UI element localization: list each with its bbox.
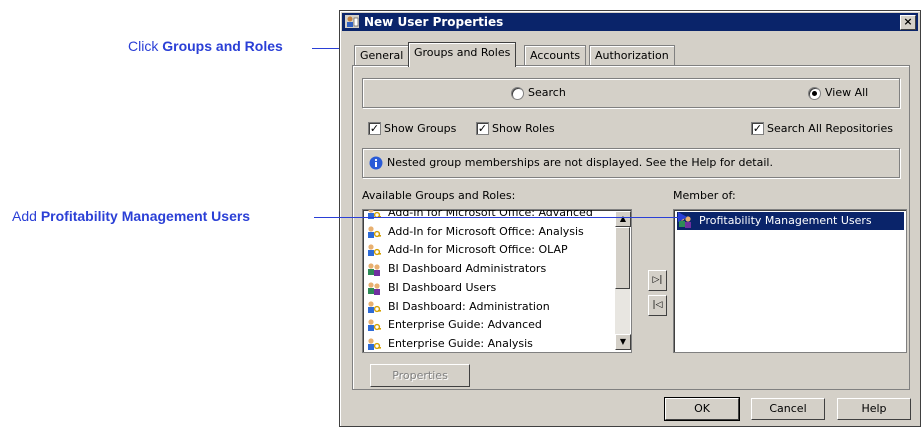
available-groups-list[interactable]: Add-In for Microsoft Office: Advanced Add… bbox=[362, 209, 632, 353]
role-icon bbox=[368, 210, 381, 219]
available-list-scrollbar[interactable]: ▲ ▼ bbox=[615, 211, 631, 350]
list-item[interactable]: Add-In for Microsoft Office: OLAP bbox=[366, 241, 568, 259]
cancel-button-label: Cancel bbox=[769, 402, 807, 415]
move-left-button[interactable]: |◁ bbox=[648, 295, 667, 316]
properties-button[interactable]: Properties bbox=[370, 364, 470, 387]
callout-arrowhead bbox=[678, 212, 687, 222]
group-icon bbox=[368, 282, 380, 295]
ok-button[interactable]: OK bbox=[664, 397, 740, 421]
callout-text: Add bbox=[12, 208, 41, 224]
list-item-label: BI Dashboard Users bbox=[388, 280, 497, 294]
cancel-button[interactable]: Cancel bbox=[751, 398, 825, 420]
view-all-radio-label[interactable]: View All bbox=[825, 86, 868, 99]
list-item-label: Add-In for Microsoft Office: Analysis bbox=[388, 224, 584, 238]
list-item[interactable]: Enterprise Guide: Analysis bbox=[366, 335, 533, 352]
check-mark-icon: ✓ bbox=[369, 122, 380, 135]
info-bar: Nested group memberships are not display… bbox=[362, 148, 900, 178]
role-icon bbox=[368, 319, 381, 332]
group-icon bbox=[368, 263, 380, 277]
list-item-label: Enterprise Guide: Advanced bbox=[388, 318, 542, 332]
check-mark-icon: ✓ bbox=[752, 122, 763, 135]
move-right-icon: ▷| bbox=[652, 275, 663, 285]
info-icon bbox=[369, 156, 383, 170]
arrow-down-icon: ▼ bbox=[619, 337, 627, 346]
info-text: Nested group memberships are not display… bbox=[387, 156, 773, 169]
callout-bold-text: Profitability Management Users bbox=[40, 208, 251, 224]
scroll-down-button[interactable]: ▼ bbox=[615, 334, 631, 350]
role-icon bbox=[368, 226, 381, 238]
role-icon bbox=[368, 244, 381, 257]
available-groups-label: Available Groups and Roles: bbox=[362, 189, 516, 202]
help-button-label: Help bbox=[861, 402, 887, 415]
dialog-title: New User Properties bbox=[364, 15, 504, 29]
title-bar[interactable]: New User Properties × bbox=[342, 13, 918, 31]
tab-groups-and-roles[interactable]: Groups and Roles bbox=[408, 42, 517, 67]
ok-button-label: OK bbox=[694, 402, 710, 415]
tab-label: Authorization bbox=[595, 49, 669, 62]
list-item[interactable]: Enterprise Guide: Advanced bbox=[366, 316, 542, 334]
close-button[interactable]: × bbox=[900, 15, 916, 30]
list-item[interactable]: Add-In for Microsoft Office: Analysis bbox=[366, 223, 584, 241]
search-radio-label[interactable]: Search bbox=[528, 86, 566, 99]
callout-line bbox=[314, 217, 680, 218]
role-icon bbox=[368, 338, 381, 350]
show-groups-label[interactable]: Show Groups bbox=[384, 122, 456, 135]
scroll-thumb[interactable] bbox=[615, 227, 630, 289]
check-mark-icon: ✓ bbox=[477, 122, 488, 135]
list-item[interactable]: BI Dashboard Administrators bbox=[366, 260, 546, 278]
list-item-label: BI Dashboard Administrators bbox=[388, 262, 547, 276]
member-of-list[interactable]: Profitability Management Users bbox=[673, 209, 907, 353]
user-properties-icon bbox=[345, 15, 359, 28]
callout-bold-text: Groups and Roles bbox=[162, 38, 283, 54]
member-of-label: Member of: bbox=[673, 189, 736, 202]
groups-and-roles-panel: Search View All ✓ Show Groups ✓ Show Rol… bbox=[352, 65, 910, 390]
view-all-radio[interactable] bbox=[808, 87, 821, 100]
show-groups-checkbox[interactable]: ✓ bbox=[368, 122, 381, 135]
arrow-up-icon: ▲ bbox=[619, 214, 627, 223]
move-right-button[interactable]: ▷| bbox=[648, 270, 667, 291]
new-user-properties-dialog: New User Properties × General Groups and… bbox=[339, 10, 921, 427]
show-roles-checkbox[interactable]: ✓ bbox=[476, 122, 489, 135]
callout-add-profitability: Add Profitability Management Users bbox=[12, 208, 250, 224]
list-item[interactable]: Profitability Management Users bbox=[677, 212, 904, 230]
tab-label: Groups and Roles bbox=[414, 46, 511, 59]
tab-label: General bbox=[360, 49, 404, 62]
tab-general[interactable]: General bbox=[354, 45, 410, 66]
view-mode-group: Search View All bbox=[362, 78, 900, 108]
search-all-repositories-label[interactable]: Search All Repositories bbox=[767, 122, 893, 135]
list-item[interactable]: BI Dashboard: Administration bbox=[366, 298, 550, 316]
tab-accounts[interactable]: Accounts bbox=[524, 45, 587, 66]
list-item-label: BI Dashboard: Administration bbox=[388, 299, 550, 313]
list-item-label: Add-In for Microsoft Office: OLAP bbox=[388, 243, 568, 257]
properties-button-label: Properties bbox=[392, 369, 448, 382]
search-radio[interactable] bbox=[511, 87, 524, 100]
list-item-label: Enterprise Guide: Analysis bbox=[388, 336, 533, 350]
list-item[interactable]: Add-In for Microsoft Office: Advanced bbox=[366, 210, 593, 222]
list-item-label: Profitability Management Users bbox=[699, 214, 872, 227]
callout-groups-and-roles: Click Groups and Roles bbox=[128, 38, 283, 54]
move-left-icon: |◁ bbox=[652, 300, 663, 310]
search-all-repositories-checkbox[interactable]: ✓ bbox=[751, 122, 764, 135]
tab-authorization[interactable]: Authorization bbox=[589, 45, 675, 66]
close-icon: × bbox=[903, 15, 913, 28]
list-item[interactable]: BI Dashboard Users bbox=[366, 279, 496, 297]
tab-label: Accounts bbox=[530, 49, 581, 62]
callout-text: Click bbox=[128, 38, 163, 54]
role-icon bbox=[368, 300, 381, 313]
show-roles-label[interactable]: Show Roles bbox=[492, 122, 555, 135]
scroll-up-button[interactable]: ▲ bbox=[615, 211, 631, 227]
help-button[interactable]: Help bbox=[837, 398, 911, 420]
